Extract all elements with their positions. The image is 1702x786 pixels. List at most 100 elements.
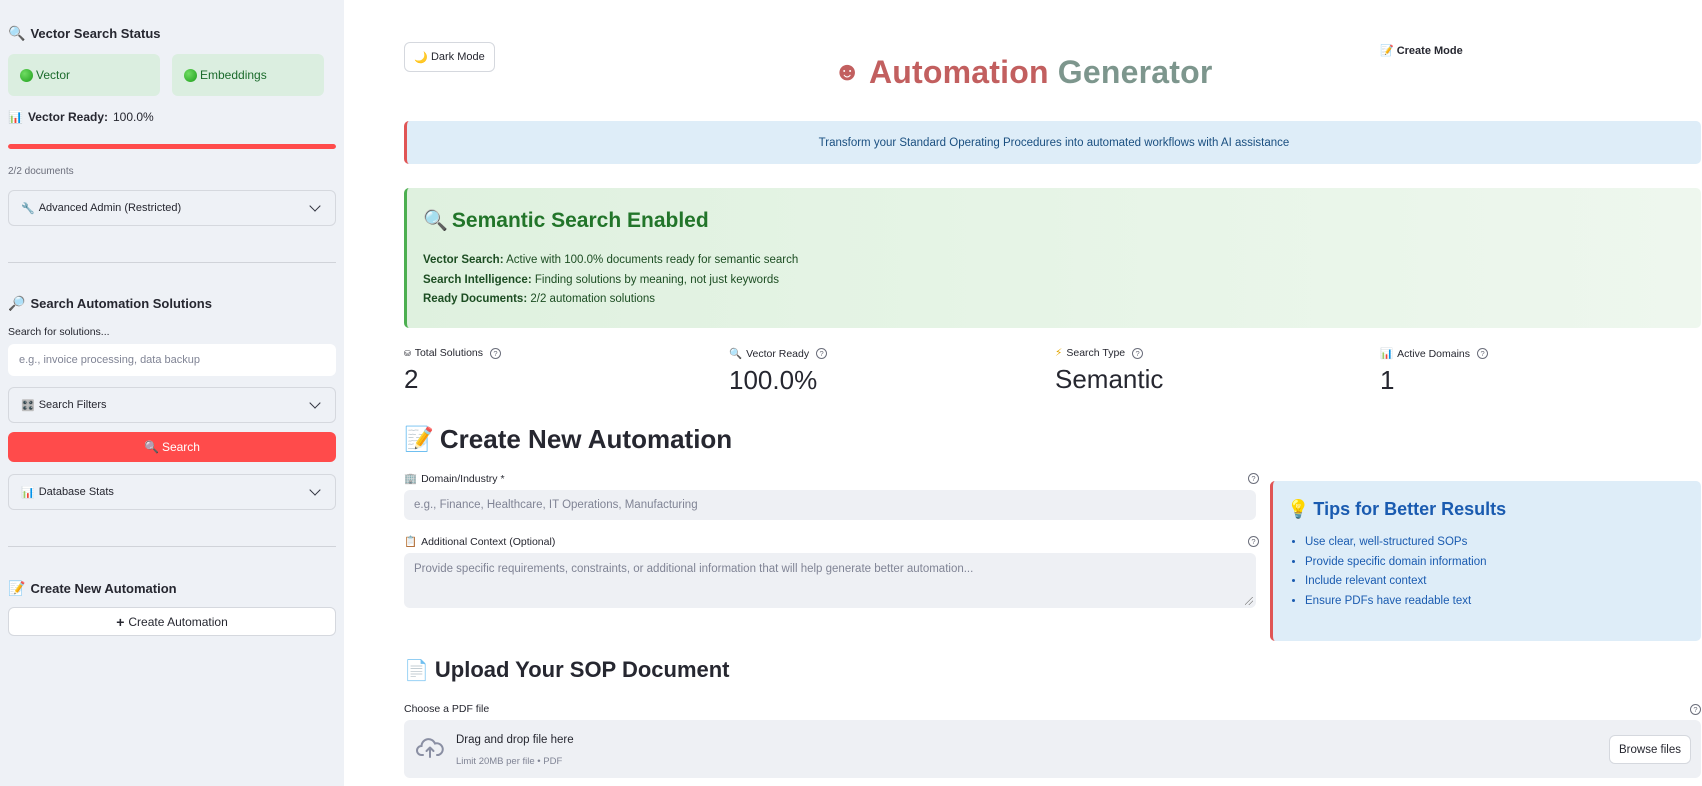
database-stats-text: Database Stats — [38, 486, 114, 498]
tips-item: Include relevant context — [1305, 575, 1687, 587]
main-content: 🌙 Dark Mode 📝 Create Mode ☻ Automation G… — [344, 0, 1702, 786]
help-icon[interactable]: ? — [1248, 536, 1259, 547]
metric-value: 2 — [404, 364, 419, 394]
tips-panel: 💡 Tips for Better Results Use clear, wel… — [1270, 481, 1701, 641]
control-knobs-icon: 🎛️ — [21, 399, 35, 412]
metric-label: Total Solutions — [414, 347, 483, 359]
tips-item: Provide specific domain information — [1305, 556, 1687, 568]
vector-ready: 📊 Vector Ready: 100.0% — [8, 110, 336, 124]
vector-status-box: Vector — [8, 54, 160, 96]
page-facing-up-icon: 📄 — [404, 659, 429, 682]
search-label: Search for solutions... — [8, 326, 110, 338]
semantic-search-heading: 🔍 Semantic Search Enabled — [423, 208, 1685, 233]
file-label: Choose a PDF file — [404, 703, 489, 715]
domain-label: 🏢 Domain/Industry * — [404, 472, 505, 486]
tips-heading-text: Tips for Better Results — [1313, 499, 1507, 519]
vector-status-label: Vector — [36, 68, 71, 82]
upload-heading-text: Upload Your SOP Document — [434, 657, 730, 682]
semantic-line-text: 2/2 automation solutions — [530, 293, 656, 305]
robot-icon: ☻ — [833, 56, 862, 86]
chevron-down-icon — [309, 397, 321, 409]
metric-search-type: ⚡ Search Type? Semantic — [1055, 347, 1163, 395]
browse-files-label: Browse files — [1619, 743, 1681, 756]
help-icon[interactable]: ? — [1132, 347, 1144, 359]
help-icon[interactable]: ? — [490, 347, 501, 359]
admin-expander[interactable]: 🔧 Advanced Admin (Restricted) — [8, 190, 336, 226]
help-icon[interactable]: ? — [1690, 704, 1701, 715]
sidebar-divider — [8, 546, 336, 547]
semantic-line-text: Active with 100.0% documents ready for s… — [506, 254, 799, 266]
light-bulb-icon: 💡 — [1287, 499, 1310, 519]
create-automation-label: Create Automation — [128, 614, 228, 629]
search-filters-expander[interactable]: 🎛️ Search Filters — [8, 387, 336, 423]
semantic-line-label: Vector Search: — [423, 254, 504, 266]
search-section-title: 🔎 Search Automation Solutions — [8, 295, 336, 312]
cloud-upload-icon — [416, 738, 444, 758]
lightning-icon: ⚡ — [1055, 347, 1063, 359]
chevron-down-icon — [309, 484, 321, 496]
plus-icon: + — [116, 613, 125, 630]
context-label: 📋 Additional Context (Optional) — [404, 535, 555, 549]
vector-progress-bar — [8, 144, 336, 149]
metric-vector-ready: 🔍 Vector Ready? 100.0% — [729, 347, 828, 396]
green-circle-icon — [20, 68, 33, 82]
semantic-search-details: Vector Search: Active with 100.0% docume… — [423, 251, 1685, 310]
chevron-down-icon — [309, 200, 321, 212]
help-icon[interactable]: ? — [1248, 473, 1259, 484]
create-automation-button[interactable]: + Create Automation — [8, 607, 336, 636]
clipboard-icon: 📋 — [404, 536, 418, 548]
search-button[interactable]: 🔍 Search — [8, 432, 336, 462]
semantic-line-search-intelligence: Search Intelligence: Finding solutions b… — [423, 271, 1685, 291]
magnifier-icon: 🔍 — [8, 25, 26, 41]
magnifier-right-icon: 🔎 — [8, 295, 26, 311]
search-button-label: Search — [161, 440, 200, 454]
vector-status-title-text: Vector Search Status — [30, 26, 161, 41]
bar-chart-icon: 📊 — [1380, 348, 1394, 360]
search-input-placeholder: e.g., invoice processing, data backup — [19, 354, 201, 366]
tips-item: Ensure PDFs have readable text — [1305, 595, 1687, 607]
semantic-line-ready-documents: Ready Documents: 2/2 automation solution… — [423, 290, 1685, 310]
metric-label: Search Type — [1066, 347, 1126, 359]
metric-label: Active Domains — [1397, 347, 1471, 360]
metric-value: Semantic — [1055, 364, 1164, 394]
info-banner-text: Transform your Standard Operating Proced… — [818, 136, 1290, 149]
create-automation-heading: 📝 Create New Automation — [404, 424, 732, 455]
info-banner: Transform your Standard Operating Proced… — [404, 121, 1701, 164]
browse-files-button[interactable]: Browse files — [1609, 735, 1691, 764]
help-icon[interactable]: ? — [816, 348, 828, 359]
search-filters-text: Search Filters — [38, 399, 107, 411]
wrench-icon: 🔧 — [21, 202, 35, 215]
admin-expander-text: Advanced Admin (Restricted) — [38, 202, 182, 214]
bar-chart-icon: 📊 — [8, 110, 23, 124]
resize-handle-icon[interactable] — [1245, 597, 1253, 605]
create-section-title: 📝 Create New Automation — [8, 580, 336, 597]
help-icon[interactable]: ? — [1477, 348, 1489, 359]
file-dropzone[interactable]: Drag and drop file here Limit 20MB per f… — [404, 720, 1701, 778]
domain-input-placeholder: e.g., Finance, Healthcare, IT Operations… — [414, 499, 698, 511]
semantic-line-vector-search: Vector Search: Active with 100.0% docume… — [423, 251, 1685, 271]
domain-label-text: Domain/Industry * — [421, 472, 505, 485]
search-input[interactable]: e.g., invoice processing, data backup — [8, 344, 336, 376]
tips-list: Use clear, well-structured SOPs Provide … — [1287, 536, 1687, 607]
vector-ready-label: Vector Ready: — [27, 110, 108, 124]
magnifier-icon: 🔍 — [729, 348, 743, 360]
semantic-search-panel: 🔍 Semantic Search Enabled Vector Search:… — [404, 188, 1701, 328]
database-stats-expander[interactable]: 📊 Database Stats — [8, 474, 336, 510]
dropzone-subtitle: Limit 20MB per file • PDF — [456, 756, 563, 767]
metric-label: Vector Ready — [746, 347, 810, 360]
semantic-line-label: Ready Documents: — [423, 293, 528, 305]
admin-expander-label: 🔧 Advanced Admin (Restricted) — [21, 202, 181, 215]
search-section-title-text: Search Automation Solutions — [30, 296, 212, 311]
dropzone-title: Drag and drop file here — [456, 734, 574, 746]
metric-total-solutions: ⛁ Total Solutions? 2 — [404, 347, 501, 395]
create-automation-heading-text: Create New Automation — [439, 424, 733, 454]
sidebar: 🔍 Vector Search Status Vector Embeddings… — [0, 0, 344, 786]
sidebar-divider — [8, 262, 336, 263]
context-textarea[interactable]: Provide specific requirements, constrain… — [404, 553, 1256, 608]
bar-chart-icon: 📊 — [21, 486, 35, 499]
domain-input[interactable]: e.g., Finance, Healthcare, IT Operations… — [404, 490, 1256, 520]
search-filters-label: 🎛️ Search Filters — [21, 399, 107, 412]
magnifier-icon: 🔍 — [144, 440, 159, 454]
tips-item: Use clear, well-structured SOPs — [1305, 536, 1687, 548]
memo-icon: 📝 — [404, 426, 434, 453]
